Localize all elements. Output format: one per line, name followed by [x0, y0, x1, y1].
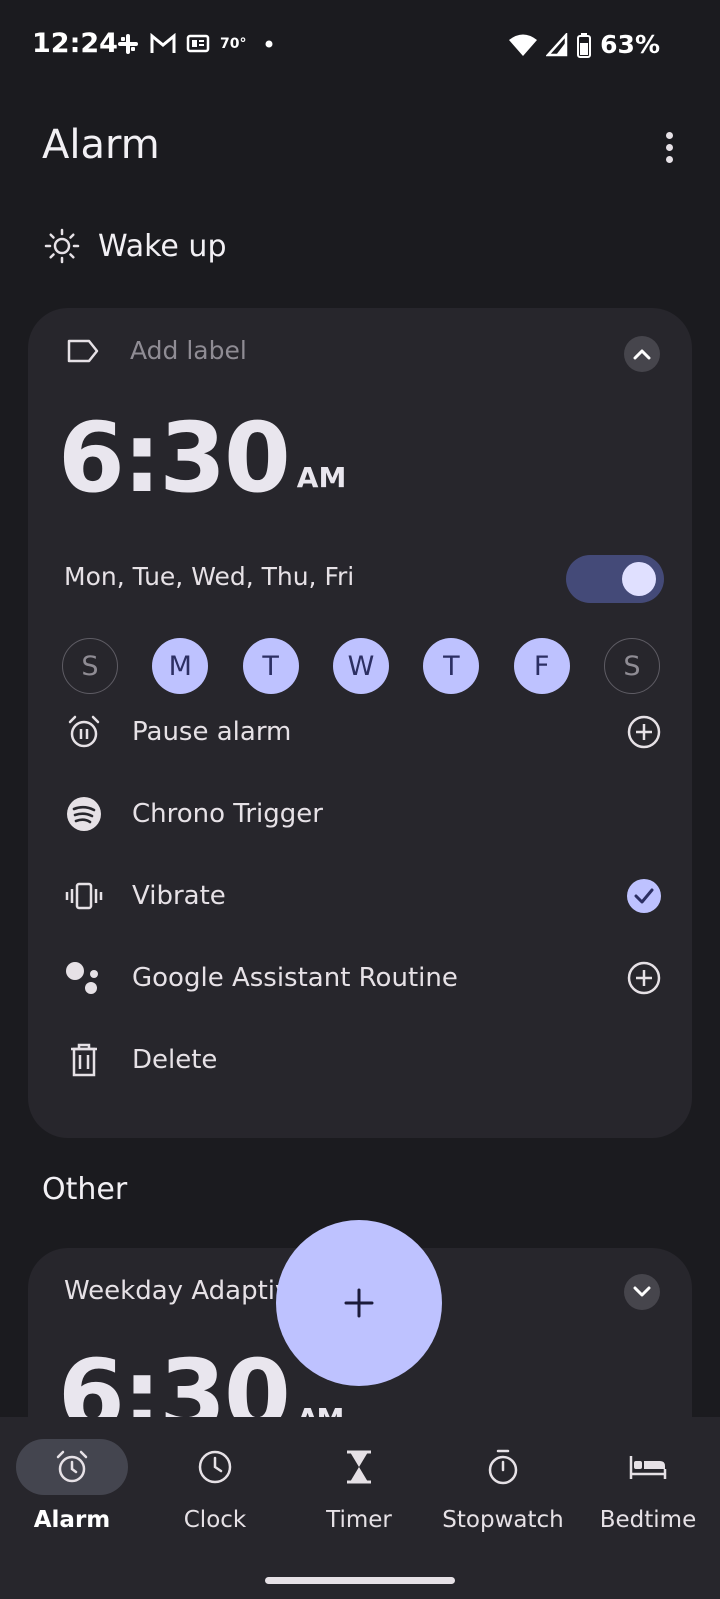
nav-timer-label: Timer [326, 1507, 392, 1533]
chevron-down-icon [633, 1286, 651, 1297]
stopwatch-icon [488, 1449, 518, 1485]
alarm-sound-label: Chrono Trigger [132, 799, 323, 829]
pause-alarm-row[interactable]: Pause alarm [64, 712, 664, 752]
add-label-placeholder[interactable]: Add label [130, 336, 247, 365]
nav-bedtime-label: Bedtime [599, 1507, 697, 1533]
nav-timer[interactable]: Timer [287, 1417, 431, 1567]
nav-stopwatch-label: Stopwatch [442, 1507, 564, 1533]
day-monday[interactable]: M [152, 638, 209, 694]
nav-alarm-pill [16, 1439, 128, 1495]
chevron-up-icon [633, 349, 651, 360]
nav-alarm-label: Alarm [33, 1507, 111, 1533]
nav-bedtime[interactable]: Bedtime [576, 1417, 720, 1567]
alarm-clock-icon [56, 1450, 88, 1483]
nav-alarm[interactable]: Alarm [0, 1417, 144, 1567]
alarm-ampm: AM [296, 461, 347, 494]
label-icon [67, 339, 99, 362]
clock-icon [198, 1450, 232, 1484]
status-time: 12:24 [32, 28, 118, 59]
page-title: Alarm [42, 122, 160, 168]
pause-alarm-label: Pause alarm [132, 717, 292, 747]
nav-clock-label: Clock [183, 1507, 247, 1533]
vibrate-label: Vibrate [132, 881, 226, 911]
add-label-row[interactable]: Add label [66, 336, 247, 365]
repeat-days-summary: Mon, Tue, Wed, Thu, Fri [64, 562, 355, 591]
wifi-icon [509, 34, 538, 56]
signal-icon [546, 32, 568, 56]
alarm-time-value[interactable]: 6:30 [58, 408, 291, 508]
status-bar: 12:24 70° 63% [0, 0, 720, 90]
google-assistant-icon [64, 958, 104, 998]
news-icon [186, 34, 210, 53]
toggle-knob [622, 562, 656, 596]
add-routine-icon[interactable] [624, 958, 664, 998]
day-thursday[interactable]: T [423, 638, 480, 694]
vibrate-row[interactable]: Vibrate [64, 876, 664, 916]
temperature: 70° [220, 36, 247, 52]
nav-stopwatch[interactable]: Stopwatch [431, 1417, 575, 1567]
battery-icon [577, 32, 592, 58]
gmail-icon [150, 33, 176, 53]
vibrate-icon [64, 876, 104, 916]
day-selector: S M T W T F S [62, 638, 660, 694]
alarm-sound-row[interactable]: Chrono Trigger [64, 794, 664, 834]
day-wednesday[interactable]: W [332, 638, 389, 694]
notification-icons: 70° [116, 32, 274, 56]
day-friday[interactable]: F [513, 638, 570, 694]
day-sunday[interactable]: S [62, 638, 118, 694]
trash-icon [64, 1040, 104, 1080]
add-circle-icon[interactable] [624, 712, 664, 752]
alarm-enabled-toggle[interactable] [566, 555, 664, 603]
hourglass-icon [347, 1450, 371, 1484]
more-options-icon[interactable] [660, 128, 680, 168]
battery-percent: 63% [600, 30, 660, 59]
add-alarm-button[interactable] [276, 1220, 442, 1386]
day-tuesday[interactable]: T [242, 638, 299, 694]
delete-row[interactable]: Delete [64, 1040, 664, 1080]
wake-up-title: Wake up [98, 228, 227, 264]
collapse-button[interactable] [624, 336, 660, 372]
alarm-time[interactable]: 6:30 AM [58, 408, 346, 508]
sun-icon [44, 228, 80, 264]
spotify-icon [64, 794, 104, 834]
bed-icon [629, 1456, 667, 1479]
dot-icon [265, 40, 273, 48]
day-saturday[interactable]: S [603, 638, 660, 694]
delete-label: Delete [132, 1045, 218, 1075]
vibrate-checkbox[interactable] [624, 876, 664, 916]
bottom-navigation: Alarm Clock Timer Stopwatch Bedtime [0, 1417, 720, 1599]
nav-clock[interactable]: Clock [143, 1417, 287, 1567]
other-section-title: Other [42, 1172, 128, 1207]
wake-up-header: Wake up [44, 228, 226, 264]
assistant-routine-label: Google Assistant Routine [132, 963, 458, 993]
alarm-2-label: Weekday Adaptiv [64, 1276, 291, 1306]
plus-icon [344, 1288, 374, 1318]
assistant-routine-row[interactable]: Google Assistant Routine [64, 958, 664, 998]
alarm-pause-icon [64, 712, 104, 752]
system-icons: 63% [508, 30, 660, 59]
slack-icon [118, 34, 138, 54]
home-indicator[interactable] [265, 1577, 455, 1584]
expand-button[interactable] [624, 1274, 660, 1310]
check-circle-icon [627, 879, 661, 913]
